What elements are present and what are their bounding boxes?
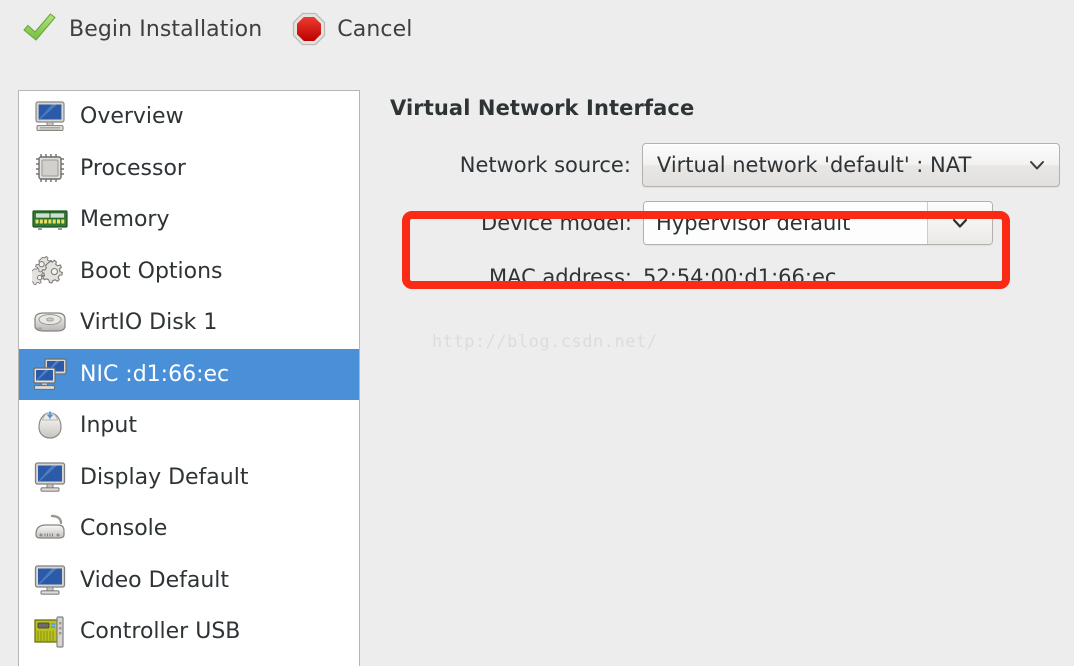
sidebar-item-label: Memory (80, 207, 170, 233)
device-model-dropdown-button[interactable] (927, 202, 992, 244)
sidebar-item-label: NIC :d1:66:ec (80, 361, 230, 387)
toolbar: Begin Installation Cancel (0, 0, 1074, 58)
sidebar-item-display-default[interactable]: Display Default (19, 452, 359, 504)
sidebar-item-label: Input (80, 413, 137, 439)
sidebar-item-console[interactable]: Console (19, 503, 359, 555)
sidebar-item-processor[interactable]: Processor (19, 143, 359, 195)
pci-card-icon (28, 612, 72, 652)
network-source-value: Virtual network 'default' : NAT (656, 153, 972, 177)
sidebar-item-label: Controller USB (80, 619, 241, 645)
cancel-button[interactable]: Cancel (286, 10, 418, 48)
begin-installation-button[interactable]: Begin Installation (14, 8, 268, 50)
cancel-label: Cancel (337, 16, 413, 42)
page-title: Virtual Network Interface (390, 96, 695, 120)
computer-monitor-icon (28, 97, 72, 137)
hardware-list-sidebar[interactable]: Overview Processor Memory Boot Options V… (18, 90, 360, 666)
sidebar-item-video-default[interactable]: Video Default (19, 555, 359, 607)
sidebar-item-boot-options[interactable]: Boot Options (19, 246, 359, 298)
mac-address-label: MAC address: (488, 265, 632, 289)
sidebar-item-label: Console (80, 516, 168, 542)
mac-address-value: 52:54:00:d1:66:ec (643, 265, 837, 289)
virtual-network-interface-panel: Virtual Network Interface Network source… (390, 96, 1060, 296)
device-model-row: Device model: Hypervisor default (442, 200, 1060, 246)
display-monitor-icon (28, 560, 72, 600)
network-card-icon (28, 354, 72, 394)
green-check-icon (20, 10, 58, 48)
sidebar-item-nic[interactable]: NIC :d1:66:ec (19, 348, 359, 400)
sidebar-item-label: VirtIO Disk 1 (80, 310, 218, 336)
sidebar-item-label: Video Default (80, 567, 230, 593)
hard-disk-icon (28, 303, 72, 343)
console-cable-icon (28, 509, 72, 549)
display-monitor-icon (28, 457, 72, 497)
red-stop-icon (292, 12, 326, 46)
sidebar-item-overview[interactable]: Overview (19, 91, 359, 143)
sidebar-item-input[interactable]: Input (19, 400, 359, 452)
watermark-text: http://blog.csdn.net/ (432, 332, 658, 352)
mac-address-row: MAC address: 52:54:00:d1:66:ec (442, 260, 1060, 294)
sidebar-item-memory[interactable]: Memory (19, 194, 359, 246)
sidebar-item-label: Display Default (80, 464, 249, 490)
cpu-chip-icon (28, 148, 72, 188)
gears-icon (28, 251, 72, 291)
sidebar-item-label: Overview (80, 104, 184, 130)
network-source-label: Network source: (459, 153, 631, 177)
memory-ram-icon (28, 200, 72, 240)
network-source-dropdown[interactable]: Virtual network 'default' : NAT (641, 143, 1060, 187)
chevron-down-icon (950, 213, 970, 233)
sidebar-item-label: Processor (80, 155, 186, 181)
device-model-combobox[interactable]: Hypervisor default (643, 201, 993, 245)
device-model-label: Device model: (481, 211, 632, 235)
begin-installation-label: Begin Installation (69, 16, 263, 42)
mouse-icon (28, 406, 72, 446)
sidebar-item-label: Boot Options (80, 258, 223, 284)
chevron-down-icon (1027, 155, 1047, 175)
network-source-row: Network source: Virtual network 'default… (410, 142, 1060, 188)
device-model-value[interactable]: Hypervisor default (644, 202, 927, 244)
sidebar-item-virtio-disk-1[interactable]: VirtIO Disk 1 (19, 297, 359, 349)
sidebar-item-controller-usb[interactable]: Controller USB (19, 606, 359, 658)
